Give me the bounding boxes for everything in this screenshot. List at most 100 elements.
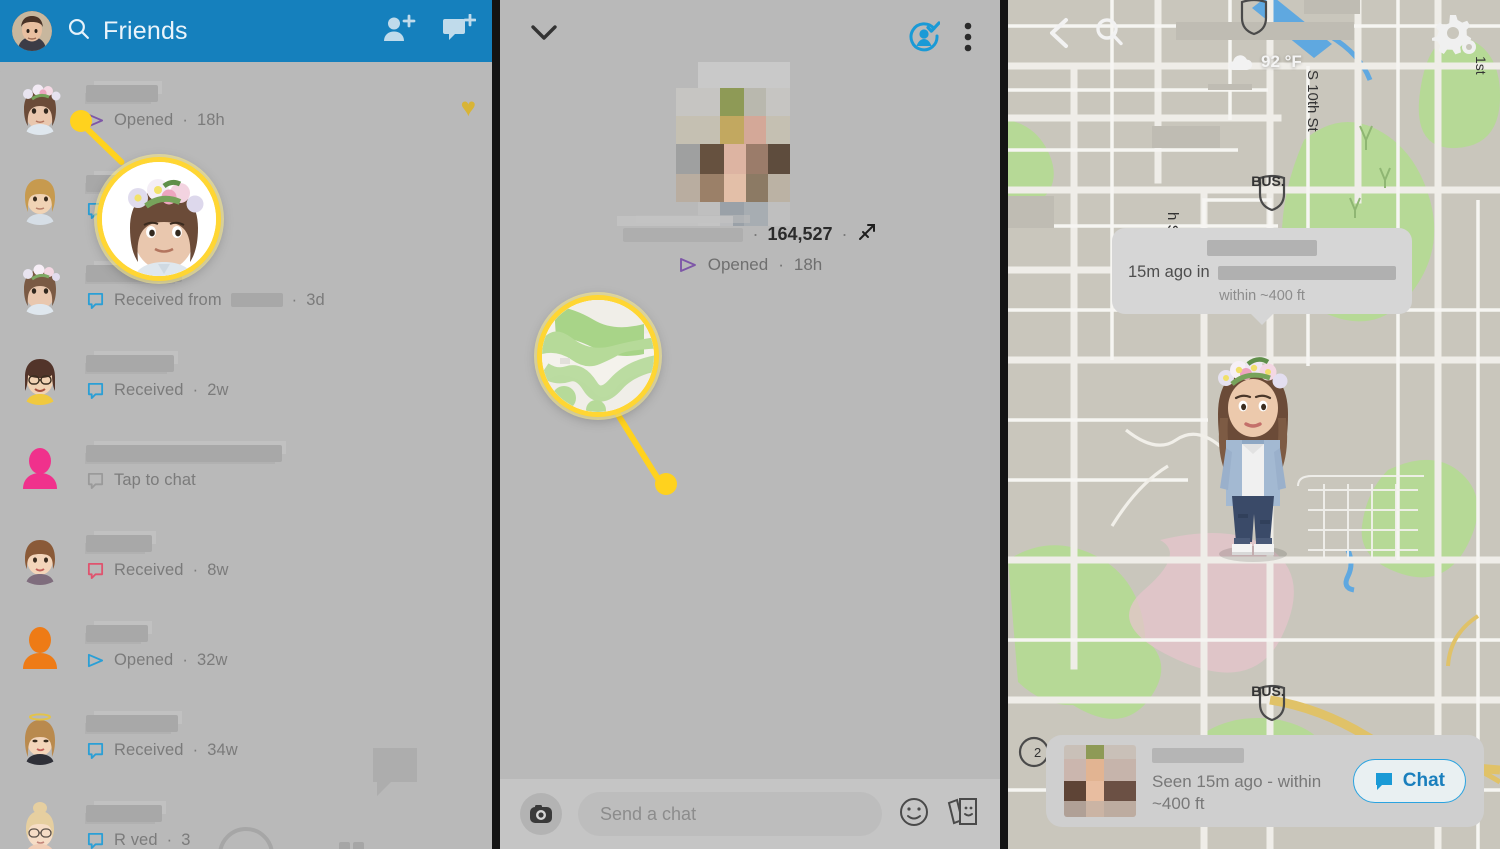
status-separator: · [192,380,199,399]
friend-name-redacted [86,444,282,462]
status-row: Received from · 3d [86,291,476,310]
friends-list[interactable]: Opened · 18h ♥ Received from · 3d Receiv… [0,62,492,849]
avatar[interactable] [12,79,68,135]
svg-text:BUS.: BUS. [1251,173,1284,189]
new-chat-icon[interactable] [442,13,477,49]
friends-panel: Friends Opened · 18h ♥ Received from · 3… [0,0,492,849]
status-text: Tap to chat [114,470,196,489]
snap-map-panel: BUS. BUS. 2 S 10th St h St 1st 92 °F 15m… [1008,0,1500,849]
friend-card-info: Seen 15m ago - within ~400 ft [1152,747,1337,815]
list-item-meta: Tap to chat [86,444,476,490]
list-item[interactable]: Received from · 3d [0,242,492,332]
chat-icon [87,382,104,399]
friend-name-redacted [86,804,162,822]
friend-name-redacted [86,624,148,642]
list-item[interactable]: Received · 2w [0,332,492,422]
callout-accuracy: within ~400 ft [1219,288,1305,304]
chat-header [500,0,1000,78]
status-time: 8w [207,560,229,579]
sticker-cards-icon[interactable] [946,796,980,833]
list-item[interactable]: Opened · 18h ♥ [0,62,492,152]
page-title: Friends [103,16,188,45]
status-separator: · [166,830,173,849]
friend-name-redacted [86,714,178,732]
chat-bubble-icon [1375,772,1392,790]
avatar[interactable] [12,349,68,405]
friend-name-redacted [86,84,158,102]
search-icon[interactable] [1094,16,1124,53]
bottom-nav-chat-icon[interactable] [365,742,437,808]
username-redacted [623,227,744,242]
chat-icon [87,562,104,579]
avatar[interactable] [12,619,68,675]
chat-button[interactable]: Chat [1352,759,1466,803]
map-canvas[interactable]: BUS. BUS. 2 S 10th St h St 1st 92 °F 15m… [1008,0,1500,849]
list-item[interactable]: Received · 8w [0,512,492,602]
svg-text:2: 2 [1034,745,1041,760]
chat-button-label: Chat [1402,770,1445,791]
status-row: Opened · 18h [86,111,461,130]
stories-nav-icon[interactable] [338,840,366,849]
callout-location-line: 15m ago in [1128,263,1396,282]
profile-bitmoji-avatar[interactable] [12,11,52,51]
list-item[interactable]: Tap to chat [0,422,492,512]
status-separator: · [182,650,188,669]
svg-text:S 10th St: S 10th St [1304,70,1321,133]
chat-icon [87,292,104,309]
magnifier-bitmoji-zoom [97,157,221,281]
avatar[interactable] [12,709,68,765]
avatar[interactable] [12,799,68,849]
camera-icon[interactable] [520,793,562,835]
list-item-meta: R ved · 3 [86,804,476,849]
avatar[interactable] [12,529,68,585]
map-settings-gear-icon[interactable] [1432,12,1478,61]
friend-bitmoji-on-map[interactable] [1188,348,1318,568]
emoji-smiley-icon[interactable] [898,796,930,833]
friend-name-redacted [1152,747,1244,763]
list-item-meta: Received · 2w [86,354,476,400]
list-item[interactable]: Opened · 32w [0,602,492,692]
location-callout: 15m ago in within ~400 ft [1112,228,1412,325]
status-text: Received [114,740,184,759]
list-item-meta: Opened · 32w [86,624,476,670]
status-row: Opened · 32w [86,651,476,670]
profile-status-row: Opened · 18h [500,255,1000,275]
profile-bitmoji-blurred [500,62,1000,232]
status-text: Received from [114,290,222,309]
status-time: 18h [196,110,225,129]
back-chevron-icon[interactable] [1046,16,1072,55]
friend-added-check-icon[interactable] [908,20,941,57]
more-options-icon[interactable] [964,22,972,57]
arrow-opened-icon [679,258,696,272]
avatar[interactable] [12,439,68,495]
status-row: Received · 2w [86,381,476,400]
friend-name-redacted [86,534,152,552]
callout-anchor-dot [655,473,677,495]
search-icon[interactable] [66,16,91,46]
callout-anchor-dot [70,110,92,132]
sagittarius-icon [857,222,877,247]
status-text: Received [114,380,184,399]
status-text: R ved [114,830,158,849]
status-separator: · [182,110,188,129]
status-separator: · [192,560,199,579]
avatar[interactable] [12,259,68,315]
sender-name-redacted [230,293,283,307]
avatar[interactable] [12,169,68,225]
chat-icon [87,832,104,849]
status-row: Received · 8w [86,561,476,580]
svg-text:BUS.: BUS. [1251,683,1284,699]
friends-header: Friends [0,0,492,62]
profile-score-row: · 164,527 · [500,222,1000,247]
cloud-icon [1228,55,1253,70]
yellow-heart-icon: ♥ [460,91,476,122]
send-chat-input[interactable]: Send a chat [578,792,882,836]
status-time: 32w [196,650,228,669]
status-time: 34w [207,740,238,759]
status-time: 3d [306,290,325,309]
chevron-down-icon[interactable] [528,22,560,49]
friend-location-card[interactable]: Seen 15m ago - within ~400 ft Chat [1046,735,1484,827]
status-time: 3 [181,830,191,849]
list-item[interactable] [0,152,492,242]
add-friend-icon[interactable] [382,14,416,49]
